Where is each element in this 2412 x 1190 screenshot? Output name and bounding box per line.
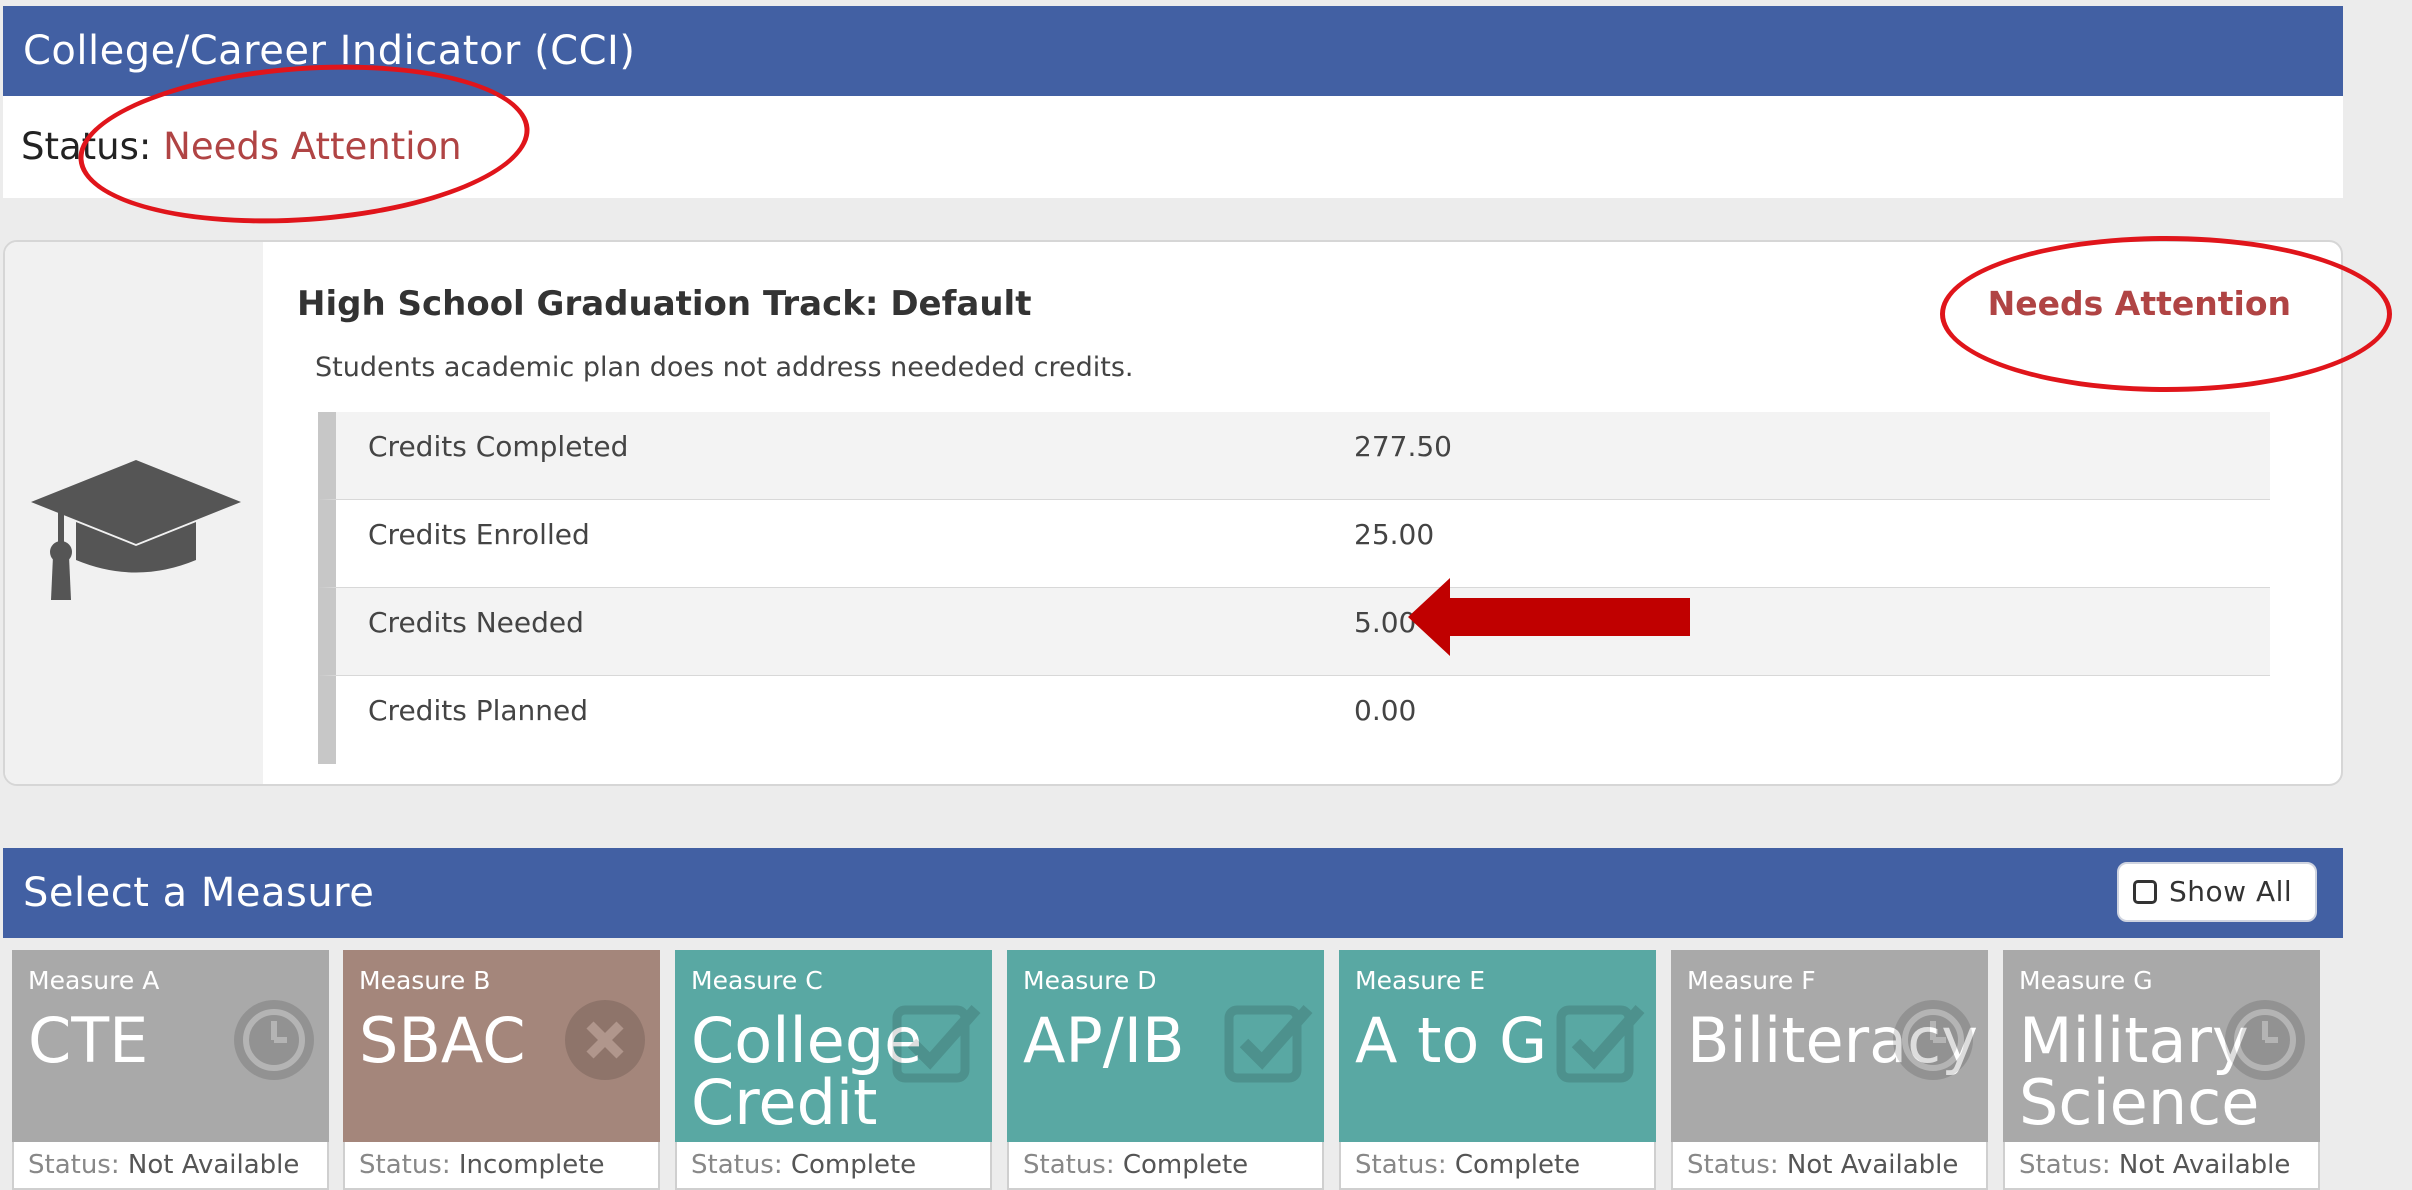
measure-label: Measure C <box>691 966 823 995</box>
checkbox-icon <box>1224 995 1314 1085</box>
measure-tile[interactable]: Measure G Military Science Status: Not Avai… <box>2003 950 2320 1190</box>
measure-tile-header: Measure C College Credit <box>675 950 992 1142</box>
credit-label: Credits Enrolled <box>368 518 590 551</box>
track-description: Students academic plan does not address … <box>315 352 1134 383</box>
measure-tile-header: Measure G Military Science <box>2003 950 2320 1142</box>
credits-row: Credits Enrolled 25.00 <box>318 500 2270 588</box>
credits-table: Credits Completed 277.50 Credits Enrolle… <box>318 412 2270 764</box>
measure-tile-header: Measure E A to G <box>1339 950 1656 1142</box>
credit-value: 25.00 <box>1354 518 1435 551</box>
measure-status-label: Status: <box>28 1150 120 1180</box>
measure-name-line: Credit <box>691 1066 878 1139</box>
measure-name: A to G <box>1355 1010 1547 1072</box>
measure-label: Measure G <box>2019 966 2153 995</box>
measure-status-label: Status: <box>2019 1150 2111 1180</box>
annotation-ellipse-track-status <box>1940 236 2392 392</box>
measure-status-value: Not Available <box>2118 1150 2291 1180</box>
measure-name: SBAC <box>359 1010 526 1072</box>
graduation-cap-icon <box>31 460 241 600</box>
clock-icon <box>1888 995 1978 1085</box>
credit-value: 5.00 <box>1354 606 1417 639</box>
measure-status-label: Status: <box>359 1150 451 1180</box>
measure-name-line: AP/IB <box>1023 1004 1185 1077</box>
measure-label: Measure F <box>1687 966 1816 995</box>
measure-status-label: Status: <box>1687 1150 1779 1180</box>
select-measure-title: Select a Measure <box>23 870 375 916</box>
checkbox-icon[interactable] <box>2133 880 2157 904</box>
annotation-arrow-icon <box>1408 578 1690 656</box>
select-measure-header: Select a Measure Show All <box>3 848 2343 938</box>
clock-icon <box>2220 995 2310 1085</box>
measure-status: Status: Not Available <box>2003 1142 2320 1190</box>
measure-status: Status: Not Available <box>12 1142 329 1190</box>
credit-value: 277.50 <box>1354 430 1452 463</box>
measure-status-value: Not Available <box>127 1150 300 1180</box>
credits-row: Credits Completed 277.50 <box>318 412 2270 500</box>
measure-status-value: Complete <box>790 1150 917 1180</box>
show-all-toggle[interactable]: Show All <box>2117 862 2317 922</box>
credits-row: Credits Planned 0.00 <box>318 676 2270 764</box>
track-title: High School Graduation Track: Default <box>297 284 1032 324</box>
checkbox-icon <box>892 995 982 1085</box>
measure-name-line: CTE <box>28 1004 149 1077</box>
measure-tile-header: Measure D AP/IB <box>1007 950 1324 1142</box>
credit-value: 0.00 <box>1354 694 1417 727</box>
credits-row: Credits Needed 5.00 <box>318 588 2270 676</box>
x-circle-icon <box>560 995 650 1085</box>
icon-panel <box>5 242 263 784</box>
measure-tile-header: Measure A CTE <box>12 950 329 1142</box>
measure-status: Status: Complete <box>1007 1142 1324 1190</box>
measure-name-line: College <box>691 1004 923 1077</box>
measure-status-value: Complete <box>1454 1150 1581 1180</box>
measure-tile-header: Measure F Biliteracy <box>1671 950 1988 1142</box>
measure-status: Status: Incomplete <box>343 1142 660 1190</box>
measure-tile[interactable]: Measure C College Credit Status: Complete <box>675 950 992 1190</box>
credit-label: Credits Completed <box>368 430 629 463</box>
measure-tile[interactable]: Measure D AP/IB Status: Complete <box>1007 950 1324 1190</box>
checkbox-icon <box>1556 995 1646 1085</box>
measure-name-line: SBAC <box>359 1004 526 1077</box>
measure-status: Status: Complete <box>675 1142 992 1190</box>
measure-tile-header: Measure B SBAC <box>343 950 660 1142</box>
measure-label: Measure E <box>1355 966 1485 995</box>
measure-name-line: A to G <box>1355 1004 1548 1077</box>
measure-status-value: Complete <box>1122 1150 1249 1180</box>
measure-status: Status: Not Available <box>1671 1142 1988 1190</box>
measure-label: Measure D <box>1023 966 1157 995</box>
credit-label: Credits Planned <box>368 694 589 727</box>
measure-tile[interactable]: Measure E A to G Status: Complete <box>1339 950 1656 1190</box>
measure-name: College Credit <box>691 1010 922 1134</box>
measure-label: Measure A <box>28 966 160 995</box>
measure-tile[interactable]: Measure B SBAC Status: Incomplete <box>343 950 660 1190</box>
measure-label: Measure B <box>359 966 491 995</box>
measure-status-value: Incomplete <box>458 1150 605 1180</box>
measure-status-label: Status: <box>1023 1150 1115 1180</box>
measure-status-value: Not Available <box>1786 1150 1959 1180</box>
show-all-label: Show All <box>2169 875 2293 908</box>
measure-status-label: Status: <box>691 1150 783 1180</box>
measure-status: Status: Complete <box>1339 1142 1656 1190</box>
measure-name: AP/IB <box>1023 1010 1185 1072</box>
measure-name: CTE <box>28 1010 148 1072</box>
credit-label: Credits Needed <box>368 606 584 639</box>
measure-tile[interactable]: Measure A CTE Status: Not Available <box>12 950 329 1190</box>
measure-status-label: Status: <box>1355 1150 1447 1180</box>
clock-icon <box>229 995 319 1085</box>
measure-tile[interactable]: Measure F Biliteracy Status: Not Available <box>1671 950 1988 1190</box>
